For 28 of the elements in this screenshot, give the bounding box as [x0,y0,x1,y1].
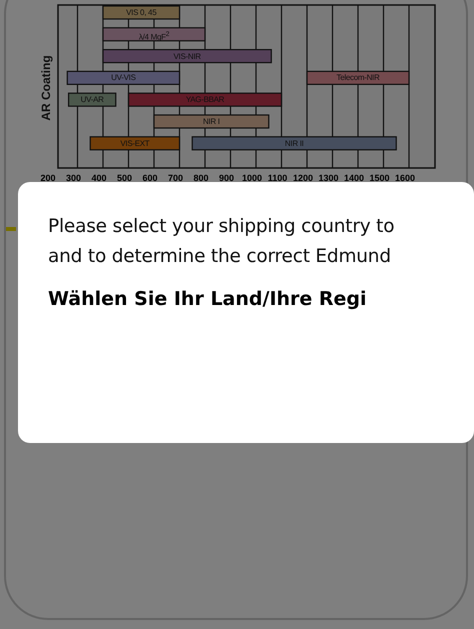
coating-bar: VIS-EXT [90,136,180,150]
axis-tick-label: 700 [168,173,184,183]
coating-bar: UV-AR [68,92,116,107]
coating-bar: Telecom-NIR [306,70,410,85]
coating-bar: NIR II [192,136,397,150]
axis-tick-label: 1600 [394,173,416,183]
coating-bar: VIS-NIR [102,49,272,64]
axis-tick-label: 1000 [242,173,262,183]
axis-tick-label: 800 [193,173,209,183]
axis-tick-label: 400 [91,173,107,183]
axis-tick-label: 1400 [344,173,364,183]
axis-tick-label: 200 [40,173,56,183]
axis-tick-label: 1200 [292,173,314,183]
axis-tick-label: 1300 [318,173,339,183]
coating-bar: YAG-BBAR [128,92,282,107]
axis-tick-label: 600 [142,173,158,183]
coating-bar: UV-VIS [66,70,180,85]
axis-tick-label: 300 [66,173,82,183]
coating-bar: NIR I [153,114,270,129]
axis-label: AR Coating [39,55,53,121]
dialog-heading: Wählen Sie Ihr Land/Ihre Regi [48,287,368,312]
axis-tick-label: 1100 [268,173,288,183]
axis-tick-label: 1500 [369,173,390,183]
coating-bar: VIS 0, 45 [102,5,180,20]
axis-tick-label: 900 [218,173,234,183]
axis-tick-label: 500 [116,173,132,183]
dialog-message: Please select your shipping country to and to determine the correct Edmund [48,215,396,269]
coating-bar: λ/4 MgF$^{2}$ [102,27,206,42]
